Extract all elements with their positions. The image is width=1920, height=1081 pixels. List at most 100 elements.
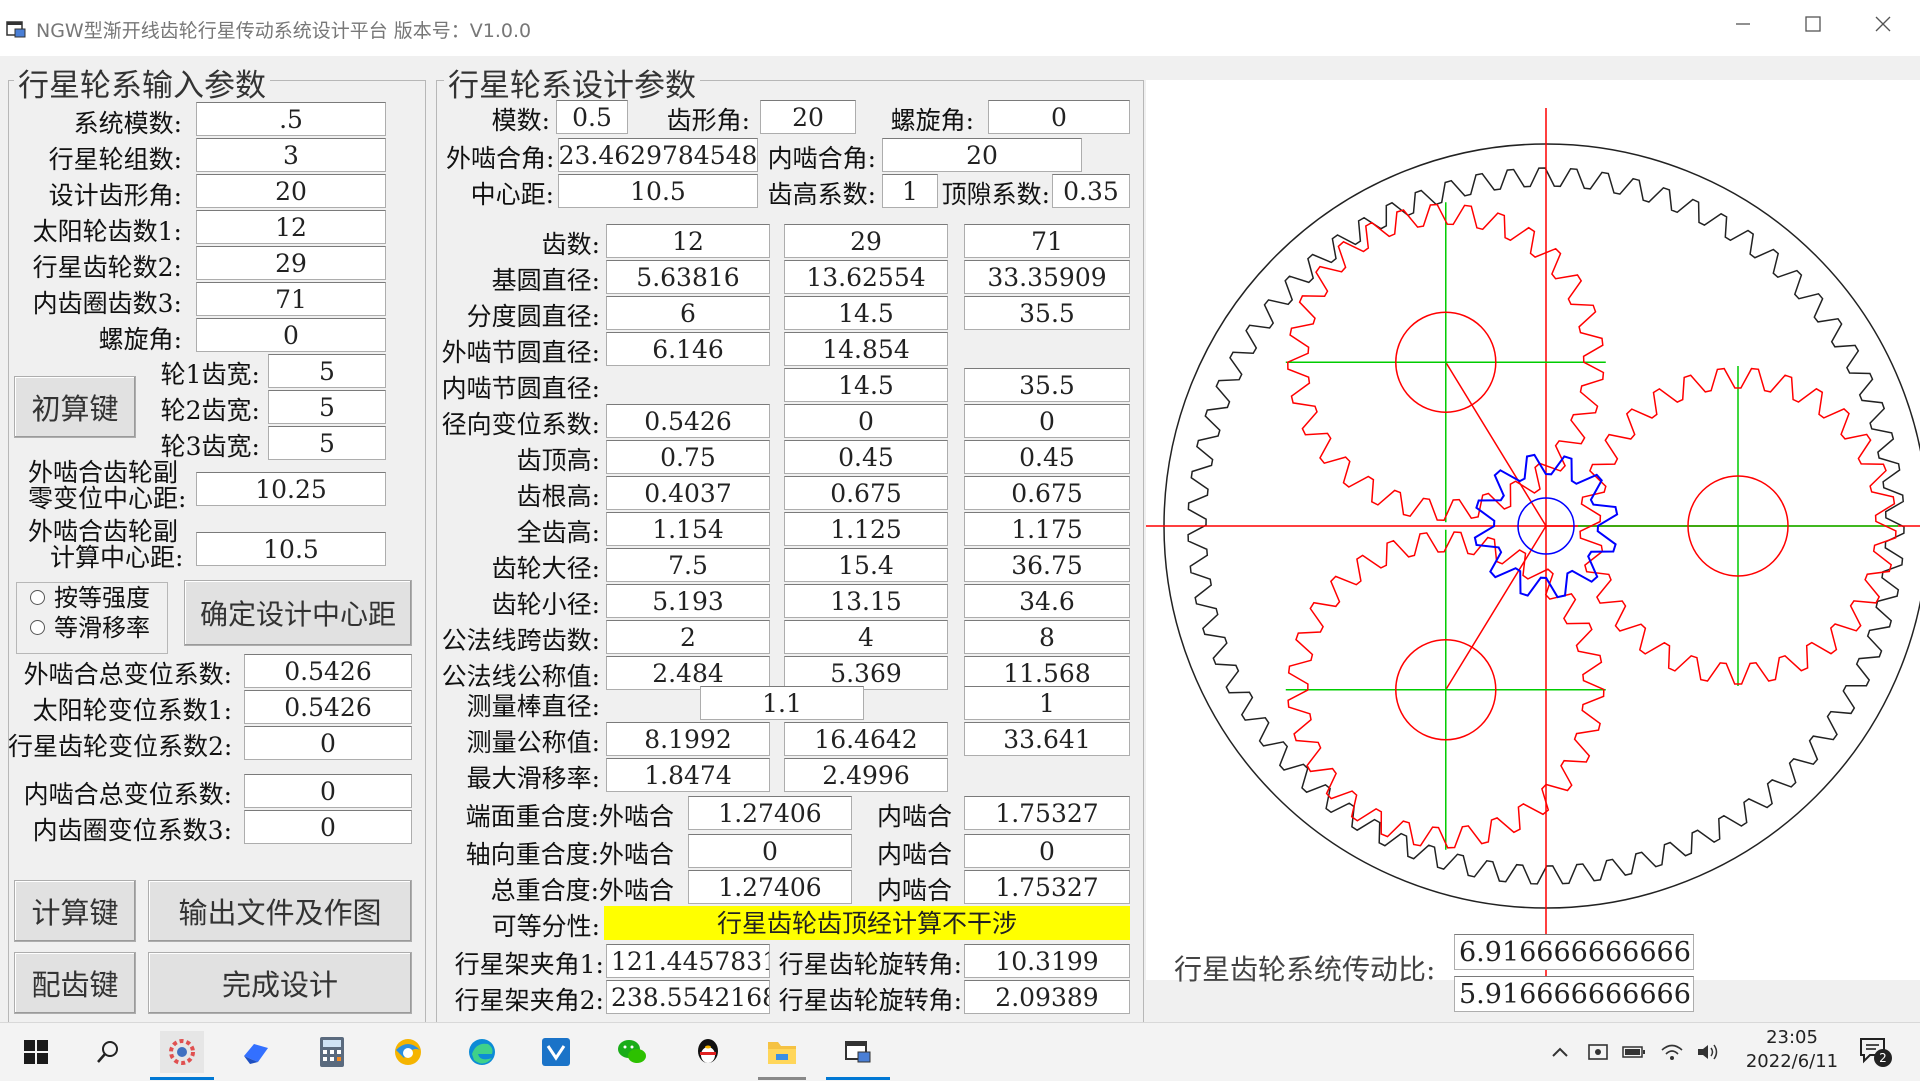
param-row-value[interactable]: 14.854 [784, 332, 948, 366]
param-row-value[interactable]: 13.62554 [784, 260, 948, 294]
ring-shift-input[interactable]: 0 [244, 810, 412, 844]
planet-shift-input[interactable]: 0 [244, 726, 412, 760]
center-distance-value[interactable]: 10.5 [558, 174, 758, 208]
battery-icon[interactable] [1622, 1041, 1646, 1063]
planet-rotation1-value[interactable]: 10.3199 [964, 944, 1130, 978]
int-mesh-angle-value[interactable]: 20 [882, 138, 1082, 172]
taskbar-app-explorer[interactable] [760, 1031, 804, 1073]
helix-value[interactable]: 0 [988, 100, 1130, 134]
param-row-value[interactable]: 35.5 [964, 296, 1130, 330]
pressure-angle-input[interactable]: 20 [196, 174, 386, 208]
param-row-value[interactable]: 6 [606, 296, 770, 330]
param-row-value[interactable]: 0.45 [964, 440, 1130, 474]
taskbar-app-edge[interactable] [460, 1031, 504, 1073]
max-slip-2[interactable]: 2.4996 [784, 758, 948, 792]
taskbar-app-qq[interactable] [686, 1031, 730, 1073]
taskbar-app-blue[interactable] [534, 1031, 578, 1073]
clearance-coef-value[interactable]: 0.35 [1052, 174, 1130, 208]
sun-teeth-input[interactable]: 12 [196, 210, 386, 244]
tray-app-icon[interactable] [1586, 1041, 1610, 1063]
confirm-center-distance-button[interactable]: 确定设计中心距 [184, 580, 412, 646]
tooth-angle-value[interactable]: 20 [760, 100, 856, 134]
param-row-value[interactable]: 0.675 [784, 476, 948, 510]
param-row-value[interactable]: 2.484 [606, 656, 770, 690]
ratio-value-1[interactable]: 6.9166666666667 [1454, 934, 1694, 970]
clock-time[interactable]: 23:05 [1740, 1027, 1844, 1048]
helix-angle-input[interactable]: 0 [196, 318, 386, 352]
width3-input[interactable]: 5 [268, 426, 386, 460]
param-row-value[interactable]: 0 [964, 404, 1130, 438]
measure-nominal-1[interactable]: 8.1992 [606, 722, 770, 756]
module-value[interactable]: 0.5 [556, 100, 628, 134]
axial-contact-int[interactable]: 0 [964, 834, 1130, 868]
carrier-angle1-value[interactable]: 121.4457831 [606, 944, 770, 978]
taskbar-app-window[interactable] [836, 1031, 880, 1073]
measure-nominal-3[interactable]: 33.641 [964, 722, 1130, 756]
param-row-value[interactable]: 4 [784, 620, 948, 654]
param-row-value[interactable]: 1.154 [606, 512, 770, 546]
ext-total-shift-input[interactable]: 0.5426 [244, 654, 412, 688]
rod-dia-value-12[interactable]: 1.1 [700, 686, 864, 720]
notification-button[interactable]: 2 [1858, 1035, 1894, 1071]
minimize-button[interactable] [1720, 10, 1766, 46]
calculate-button[interactable]: 计算键 [14, 880, 136, 942]
param-row-value[interactable]: 2 [606, 620, 770, 654]
clock-date[interactable]: 2022/6/11 [1740, 1051, 1844, 1072]
param-row-value[interactable]: 35.5 [964, 368, 1130, 402]
param-row-value[interactable]: 33.35909 [964, 260, 1130, 294]
param-row-value[interactable]: 15.4 [784, 548, 948, 582]
transverse-contact-int[interactable]: 1.75327 [964, 796, 1130, 830]
rod-dia-value-3[interactable]: 1 [964, 686, 1130, 720]
equal-strength-radio[interactable] [30, 590, 45, 605]
param-row-value[interactable]: 8 [964, 620, 1130, 654]
measure-nominal-2[interactable]: 16.4642 [784, 722, 948, 756]
max-slip-1[interactable]: 1.8474 [606, 758, 770, 792]
param-row-value[interactable]: 0.5426 [606, 404, 770, 438]
close-button[interactable] [1860, 10, 1906, 46]
total-contact-ext[interactable]: 1.27406 [688, 870, 852, 904]
match-teeth-button[interactable]: 配齿键 [14, 952, 136, 1014]
param-row-value[interactable]: 36.75 [964, 548, 1130, 582]
param-row-value[interactable]: 1.175 [964, 512, 1130, 546]
int-total-shift-input[interactable]: 0 [244, 774, 412, 808]
param-row-value[interactable]: 11.568 [964, 656, 1130, 690]
ext-calc-cd-input[interactable]: 10.5 [196, 532, 386, 566]
wifi-icon[interactable] [1660, 1041, 1684, 1063]
start-button[interactable] [14, 1031, 58, 1073]
param-row-value[interactable]: 14.5 [784, 368, 948, 402]
total-contact-int[interactable]: 1.75327 [964, 870, 1130, 904]
finish-design-button[interactable]: 完成设计 [148, 952, 412, 1014]
param-row-value[interactable]: 1.125 [784, 512, 948, 546]
param-row-value[interactable]: 29 [784, 224, 948, 258]
param-row-value[interactable]: 0.75 [606, 440, 770, 474]
ratio-value-2[interactable]: 5.9166666666667 [1454, 976, 1694, 1012]
param-row-value[interactable]: 5.193 [606, 584, 770, 618]
system-module-input[interactable]: .5 [196, 102, 386, 136]
planet-rotation2-value[interactable]: 2.09389 [964, 980, 1130, 1014]
axial-contact-ext[interactable]: 0 [688, 834, 852, 868]
width1-input[interactable]: 5 [268, 354, 386, 388]
param-row-value[interactable]: 0 [784, 404, 948, 438]
param-row-value[interactable]: 14.5 [784, 296, 948, 330]
maximize-button[interactable] [1790, 10, 1836, 46]
tray-chevron-up-icon[interactable] [1548, 1041, 1572, 1063]
param-row-value[interactable]: 13.15 [784, 584, 948, 618]
taskbar-app-gear[interactable] [160, 1031, 204, 1073]
ext-zero-cd-input[interactable]: 10.25 [196, 472, 386, 506]
width2-input[interactable]: 5 [268, 390, 386, 424]
param-row-value[interactable]: 6.146 [606, 332, 770, 366]
sun-shift-input[interactable]: 0.5426 [244, 690, 412, 724]
param-row-value[interactable]: 5.369 [784, 656, 948, 690]
addendum-coef-value[interactable]: 1 [882, 174, 938, 208]
param-row-value[interactable]: 12 [606, 224, 770, 258]
search-button[interactable] [86, 1031, 130, 1073]
volume-icon[interactable] [1696, 1041, 1720, 1063]
planet-teeth-input[interactable]: 29 [196, 246, 386, 280]
param-row-value[interactable]: 0.4037 [606, 476, 770, 510]
equal-slip-radio[interactable] [30, 620, 45, 635]
param-row-value[interactable]: 0.45 [784, 440, 948, 474]
init-calc-button[interactable]: 初算键 [14, 376, 136, 438]
taskbar-app-feishu[interactable] [234, 1031, 278, 1073]
ring-teeth-input[interactable]: 71 [196, 282, 386, 316]
param-row-value[interactable]: 5.63816 [606, 260, 770, 294]
